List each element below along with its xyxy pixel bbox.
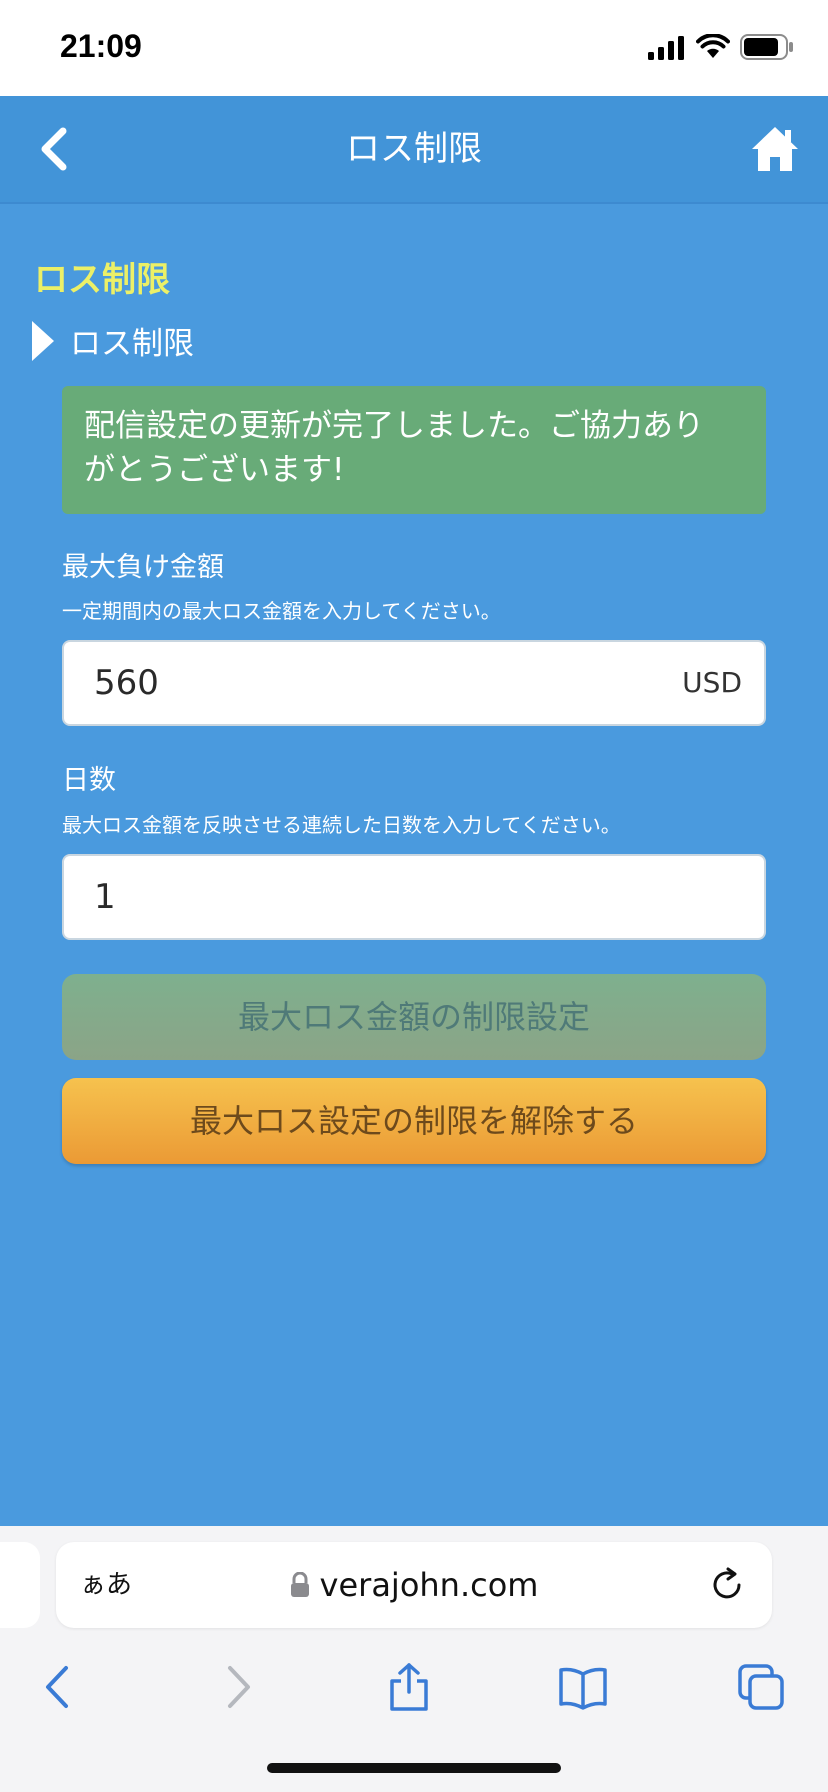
- lock-icon: [290, 1572, 309, 1597]
- max-loss-hint: 一定期間内の最大ロス金額を入力してください。: [62, 599, 501, 623]
- app-header: ロス制限: [0, 96, 828, 204]
- success-message-line2: がとうございます!: [84, 452, 345, 488]
- days-input[interactable]: 1: [62, 854, 766, 940]
- home-indicator[interactable]: [267, 1763, 561, 1773]
- page-title: ロス制限: [346, 129, 482, 169]
- url-display: verajohn.com: [56, 1542, 772, 1628]
- status-time: 21:09: [60, 28, 142, 64]
- max-loss-input[interactable]: 560 USD: [62, 640, 766, 726]
- status-icons: [648, 34, 794, 60]
- browser-toolbar: ぁあ verajohn.com: [0, 1526, 828, 1792]
- success-message: 配信設定の更新が完了しました。ご協力あり がとうございます!: [62, 386, 766, 514]
- status-bar: 21:09: [0, 0, 828, 96]
- reload-icon[interactable]: [708, 1566, 746, 1604]
- battery-icon: [740, 34, 793, 60]
- currency-unit: USD: [682, 666, 742, 699]
- sub-title: ロス制限: [70, 326, 194, 362]
- address-bar[interactable]: ぁあ verajohn.com: [56, 1542, 772, 1628]
- bookmarks-icon[interactable]: [558, 1662, 608, 1712]
- max-loss-value: 560: [94, 663, 159, 703]
- days-label: 日数: [62, 765, 116, 796]
- triangle-marker-icon: [32, 320, 54, 361]
- cellular-signal-icon: [648, 36, 684, 60]
- tabs-icon[interactable]: [736, 1662, 786, 1712]
- success-message-line1: 配信設定の更新が完了しました。ご協力あり: [84, 408, 704, 444]
- sub-title-row: ロス制限: [32, 318, 194, 363]
- back-chevron-icon[interactable]: [36, 126, 72, 172]
- section-title: ロス制限: [34, 260, 170, 300]
- release-limit-button[interactable]: 最大ロス設定の制限を解除する: [62, 1078, 766, 1164]
- browser-back-icon[interactable]: [34, 1662, 84, 1712]
- browser-nav-row: [0, 1652, 828, 1722]
- home-icon[interactable]: [750, 124, 800, 174]
- days-value: 1: [94, 877, 116, 917]
- screen: 21:09 ロス制限 ロス制限 ロス制限 配信設定の更新が完了しました。ご協力あ…: [0, 0, 828, 1792]
- days-hint: 最大ロス金額を反映させる連続した日数を入力してください。: [62, 813, 621, 837]
- max-loss-label: 最大負け金額: [62, 552, 224, 583]
- wifi-icon: [696, 34, 730, 58]
- previous-tab-preview[interactable]: [0, 1542, 40, 1628]
- set-limit-button[interactable]: 最大ロス金額の制限設定: [62, 974, 766, 1060]
- browser-forward-icon[interactable]: [212, 1662, 262, 1712]
- url-text: verajohn.com: [319, 1566, 539, 1604]
- share-icon[interactable]: [384, 1662, 434, 1712]
